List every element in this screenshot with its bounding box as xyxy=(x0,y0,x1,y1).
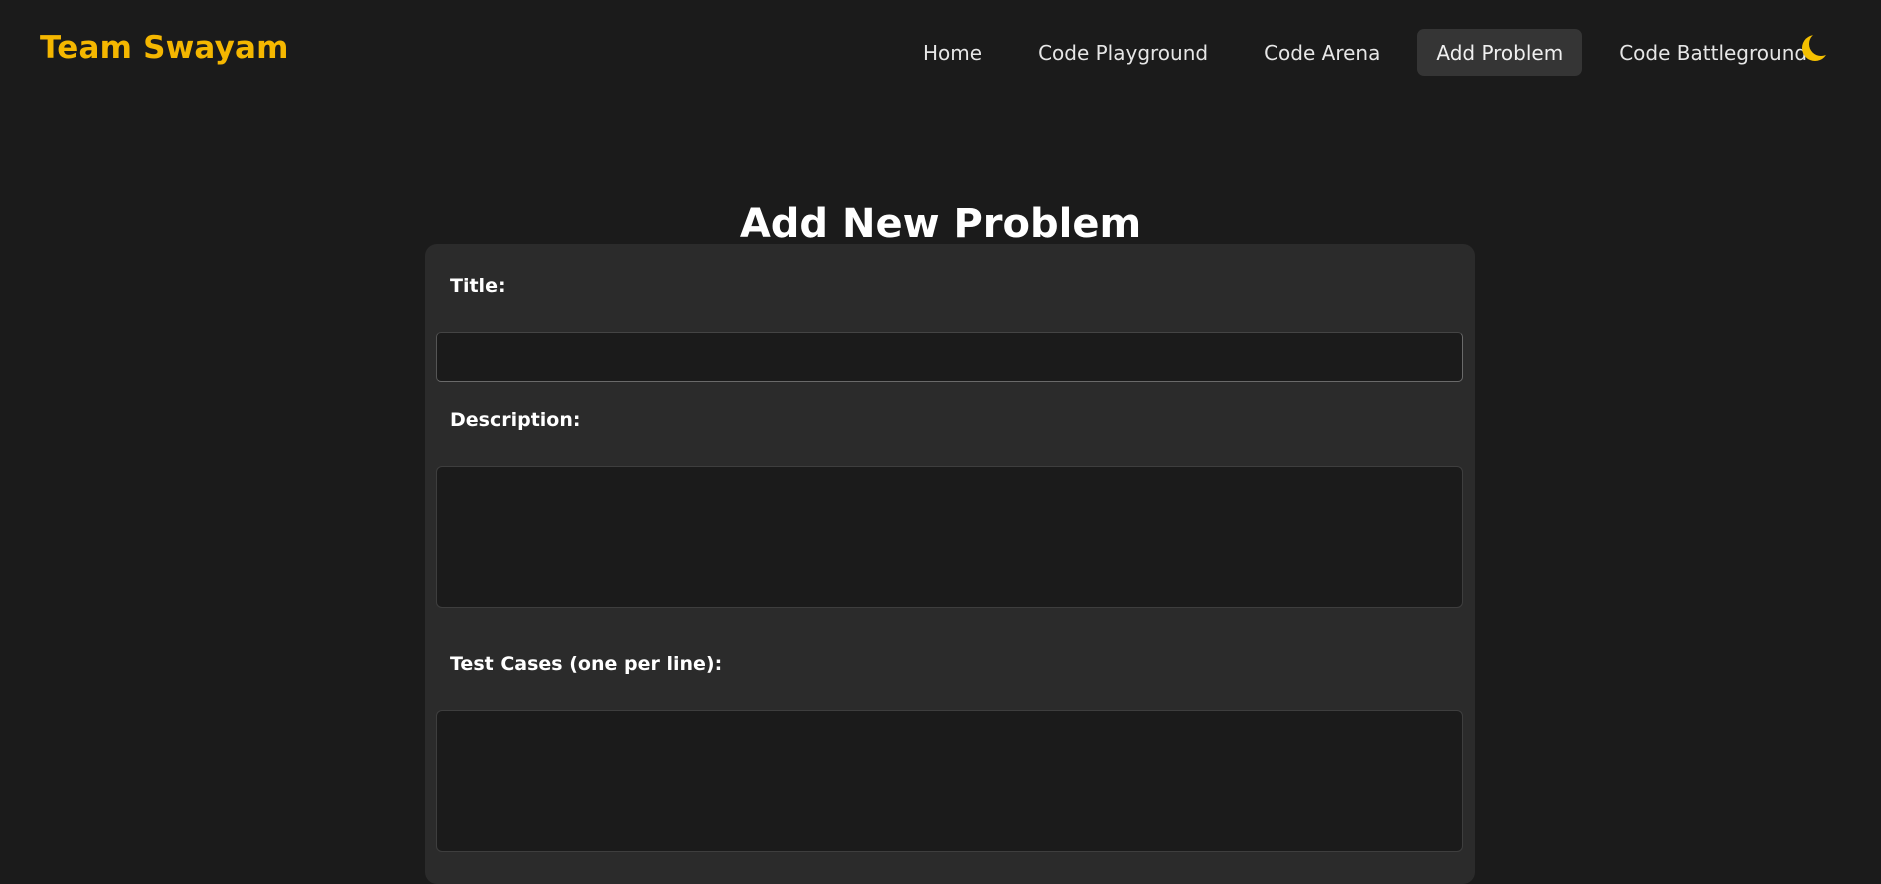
test-cases-textarea[interactable] xyxy=(436,710,1463,852)
description-textarea[interactable] xyxy=(436,466,1463,608)
title-input[interactable] xyxy=(436,332,1463,382)
test-cases-label: Test Cases (one per line): xyxy=(450,653,723,675)
brand-logo-text[interactable]: Team Swayam xyxy=(40,28,289,68)
description-label: Description: xyxy=(450,409,581,431)
navbar: Team Swayam Home Code Playground Code Ar… xyxy=(0,0,1881,100)
page-title: Add New Problem xyxy=(739,200,1142,247)
nav-link-code-arena[interactable]: Code Arena xyxy=(1245,29,1399,76)
title-label: Title: xyxy=(450,275,506,297)
nav-link-code-playground[interactable]: Code Playground xyxy=(1019,29,1227,76)
nav-links: Home Code Playground Code Arena Add Prob… xyxy=(904,29,1826,76)
crescent-moon-icon[interactable] xyxy=(1801,33,1830,62)
nav-link-code-battleground[interactable]: Code Battleground xyxy=(1600,29,1826,76)
add-problem-form: Title: Description: Test Cases (one per … xyxy=(425,244,1475,884)
nav-link-add-problem[interactable]: Add Problem xyxy=(1417,29,1583,76)
nav-link-home[interactable]: Home xyxy=(904,29,1001,76)
